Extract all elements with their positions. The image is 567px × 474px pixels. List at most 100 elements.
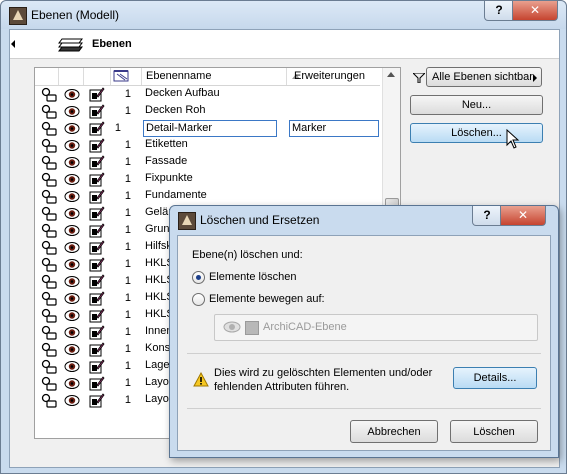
- eye-icon[interactable]: [64, 342, 80, 357]
- eye-icon[interactable]: [64, 206, 80, 221]
- unlocked-icon[interactable]: [41, 189, 57, 204]
- unlocked-icon[interactable]: [41, 274, 57, 289]
- dialog-close-button[interactable]: ✕: [500, 206, 546, 226]
- close-button[interactable]: ✕: [512, 1, 558, 21]
- solid-mode-icon[interactable]: [89, 121, 105, 136]
- solid-mode-icon[interactable]: [89, 223, 105, 238]
- solid-mode-icon[interactable]: [89, 325, 105, 340]
- new-layer-button[interactable]: Neu...: [410, 95, 543, 115]
- layer-extension[interactable]: [289, 86, 377, 101]
- table-row[interactable]: 1 Etiketten: [35, 137, 380, 154]
- table-row[interactable]: 1 Fixpunkte: [35, 171, 380, 188]
- solid-mode-icon[interactable]: [89, 308, 105, 323]
- unlocked-icon[interactable]: [41, 206, 57, 221]
- confirm-delete-button[interactable]: Löschen: [450, 420, 538, 443]
- table-row[interactable]: 1 Decken Roh: [35, 103, 380, 120]
- layer-extension[interactable]: [289, 154, 377, 169]
- unlocked-icon[interactable]: [41, 308, 57, 323]
- solid-mode-icon[interactable]: [89, 172, 105, 187]
- eye-icon[interactable]: [64, 87, 80, 102]
- unlocked-icon[interactable]: [41, 87, 57, 102]
- eye-icon[interactable]: [64, 359, 80, 374]
- unlocked-icon[interactable]: [41, 240, 57, 255]
- table-row[interactable]: 1 Detail-Marker Marker: [35, 120, 380, 137]
- eye-icon[interactable]: [64, 325, 80, 340]
- unlocked-icon[interactable]: [41, 342, 57, 357]
- eye-icon[interactable]: [64, 223, 80, 238]
- eye-icon[interactable]: [64, 138, 80, 153]
- eye-icon[interactable]: [64, 172, 80, 187]
- eye-icon[interactable]: [64, 189, 80, 204]
- eye-icon[interactable]: [64, 291, 80, 306]
- solid-mode-icon[interactable]: [89, 104, 105, 119]
- filter-dropdown[interactable]: Alle Ebenen sichtbar: [426, 67, 542, 87]
- solid-mode-icon[interactable]: [89, 155, 105, 170]
- solid-mode-icon[interactable]: [89, 87, 105, 102]
- layer-name[interactable]: Detail-Marker: [143, 120, 277, 137]
- solid-mode-icon[interactable]: [89, 291, 105, 306]
- layer-extension[interactable]: [289, 171, 377, 186]
- solid-mode-icon[interactable]: [89, 376, 105, 391]
- unlocked-icon[interactable]: [41, 376, 57, 391]
- table-row[interactable]: 1 Fundamente: [35, 188, 380, 205]
- solid-mode-icon[interactable]: [89, 342, 105, 357]
- header-extensions[interactable]: Erweiterungen: [288, 68, 380, 85]
- solid-mode-icon[interactable]: [89, 138, 105, 153]
- cancel-button[interactable]: Abbrechen: [350, 420, 438, 443]
- layer-name[interactable]: Fassade: [143, 154, 275, 169]
- unlocked-icon[interactable]: [41, 104, 57, 119]
- solid-mode-icon[interactable]: [89, 359, 105, 374]
- header-layer-name[interactable]: Ebenenname: [142, 68, 287, 85]
- eye-icon[interactable]: [64, 155, 80, 170]
- layer-extension[interactable]: [289, 137, 377, 152]
- eye-icon[interactable]: [64, 274, 80, 289]
- unlocked-icon[interactable]: [41, 138, 57, 153]
- eye-icon[interactable]: [64, 104, 80, 119]
- solid-mode-icon[interactable]: [89, 240, 105, 255]
- unlocked-icon[interactable]: [41, 172, 57, 187]
- unlocked-icon[interactable]: [41, 155, 57, 170]
- solid-mode-icon[interactable]: [89, 257, 105, 272]
- unlocked-icon[interactable]: [41, 257, 57, 272]
- eye-icon[interactable]: [64, 393, 80, 408]
- scroll-up-icon[interactable]: [387, 72, 395, 77]
- header-number-col[interactable]: [111, 68, 142, 85]
- solid-mode-icon[interactable]: [89, 393, 105, 408]
- eye-icon[interactable]: [64, 240, 80, 255]
- eye-icon[interactable]: [64, 308, 80, 323]
- radio-delete-elements-label[interactable]: Elemente löschen: [209, 271, 296, 283]
- layer-name[interactable]: Fixpunkte: [143, 171, 275, 186]
- layer-name[interactable]: Fundamente: [143, 188, 275, 203]
- table-row[interactable]: 1 Decken Aufbau: [35, 86, 380, 103]
- unlocked-icon[interactable]: [41, 121, 57, 136]
- layer-extension[interactable]: Marker: [289, 120, 379, 137]
- unlocked-icon[interactable]: [41, 359, 57, 374]
- unlocked-icon[interactable]: [41, 291, 57, 306]
- radio-move-elements[interactable]: [192, 293, 205, 306]
- header-visibility-col[interactable]: [59, 68, 84, 85]
- unlocked-icon[interactable]: [41, 223, 57, 238]
- radio-move-elements-label[interactable]: Elemente bewegen auf:: [209, 293, 325, 305]
- eye-icon[interactable]: [64, 257, 80, 272]
- solid-mode-icon[interactable]: [89, 189, 105, 204]
- collapse-arrow-icon[interactable]: [11, 40, 15, 48]
- layer-name[interactable]: Decken Aufbau: [143, 86, 275, 101]
- details-button[interactable]: Details...: [453, 367, 537, 389]
- layer-extension[interactable]: [289, 188, 377, 203]
- dialog-help-button[interactable]: ?: [472, 206, 502, 226]
- solid-mode-icon[interactable]: [89, 274, 105, 289]
- radio-delete-elements[interactable]: [192, 271, 205, 284]
- window-titlebar[interactable]: Ebenen (Modell) ? ✕: [1, 1, 566, 29]
- eye-icon[interactable]: [64, 376, 80, 391]
- layer-name[interactable]: Etiketten: [143, 137, 275, 152]
- layer-name[interactable]: Decken Roh: [143, 103, 275, 118]
- unlocked-icon[interactable]: [41, 325, 57, 340]
- solid-mode-icon[interactable]: [89, 206, 105, 221]
- header-lock-col[interactable]: [35, 68, 59, 85]
- delete-layer-button[interactable]: Löschen...: [410, 123, 543, 143]
- eye-icon[interactable]: [64, 121, 80, 136]
- help-button[interactable]: ?: [484, 1, 514, 21]
- layer-extension[interactable]: [289, 103, 377, 118]
- table-row[interactable]: 1 Fassade: [35, 154, 380, 171]
- header-wireframe-col[interactable]: [84, 68, 111, 85]
